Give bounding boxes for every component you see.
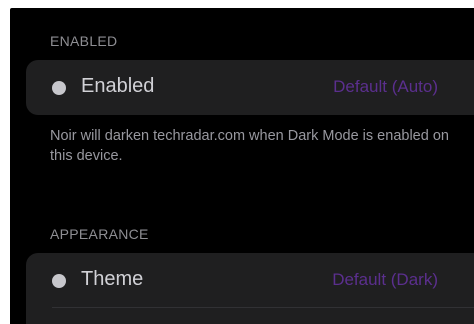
app-frame: ENABLED Enabled Default (Auto) Noir will… <box>0 0 474 324</box>
section-header-appearance: APPEARANCE <box>50 226 149 242</box>
section-header-enabled: ENABLED <box>50 33 118 49</box>
row-divider <box>52 307 474 308</box>
enabled-label: Enabled <box>81 75 155 97</box>
status-dot-icon <box>52 274 66 288</box>
theme-label: Theme <box>81 268 144 290</box>
enabled-footer-text: Noir will darken techradar.com when Dark… <box>50 128 449 164</box>
enabled-card: Enabled Default (Auto) <box>26 60 474 115</box>
enabled-value[interactable]: Default (Auto) <box>333 77 438 97</box>
theme-row[interactable]: Theme Default (Dark) <box>26 253 474 308</box>
theme-value[interactable]: Default (Dark) <box>332 270 438 290</box>
status-dot-icon <box>52 81 66 95</box>
appearance-card: Theme Default (Dark) <box>26 253 474 324</box>
enabled-row[interactable]: Enabled Default (Auto) <box>26 60 474 115</box>
